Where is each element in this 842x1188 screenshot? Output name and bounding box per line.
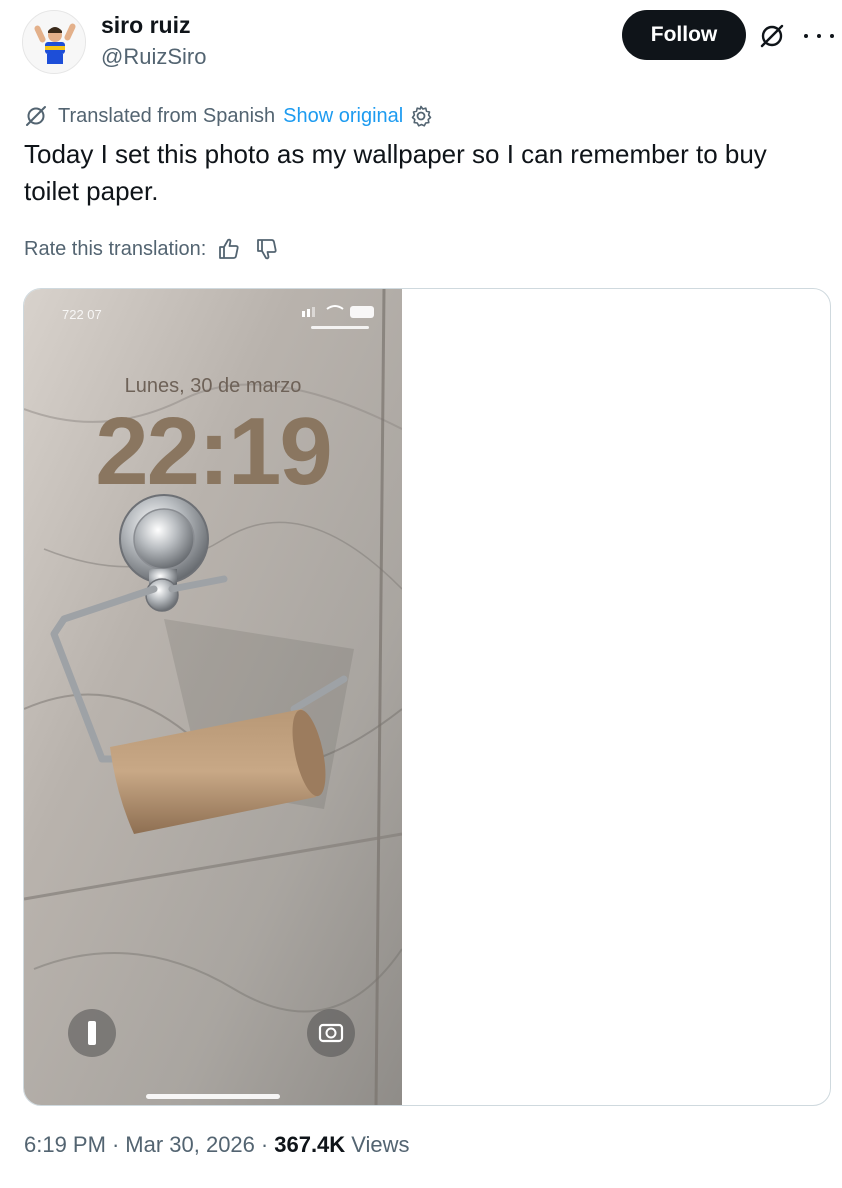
views-count: 367.4K	[274, 1132, 346, 1157]
separator-dot: ·	[260, 1132, 269, 1157]
media-card: 722 07 Lunes, 30 de marzo 22:19	[23, 288, 831, 1106]
translated-label: Translated from Spanish	[58, 104, 276, 127]
avatar-image	[23, 11, 85, 73]
author-name[interactable]: siro ruiz	[101, 12, 190, 39]
wallpaper-photo[interactable]: 722 07 Lunes, 30 de marzo 22:19	[24, 289, 402, 1105]
author-handle[interactable]: @RuizSiro	[101, 44, 206, 70]
camera-button[interactable]	[307, 1009, 355, 1057]
thumbs-down-icon[interactable]	[254, 236, 280, 262]
translate-icon	[26, 106, 46, 126]
gear-icon[interactable]	[409, 104, 433, 128]
lock-date: Lunes, 30 de marzo	[124, 375, 302, 397]
tweet-text: Today I set this photo as my wallpaper s…	[24, 139, 767, 206]
tweet-footer: 6:19 PM · Mar 30, 2026 · 367.4K Views	[24, 1132, 409, 1158]
lock-status-left: 722 07	[62, 307, 102, 322]
grok-icon[interactable]	[758, 22, 786, 50]
rate-translation-row: Rate this translation:	[24, 234, 292, 264]
post-date[interactable]: Mar 30, 2026	[125, 1132, 255, 1158]
lock-time: 22:19	[95, 398, 333, 505]
tweet-header: siro ruiz @RuizSiro Follow	[22, 8, 834, 78]
rate-translation-label: Rate this translation:	[24, 237, 207, 260]
thumbs-up-icon[interactable]	[216, 236, 242, 262]
avatar[interactable]	[22, 10, 86, 74]
post-time[interactable]: 6:19 PM	[24, 1132, 106, 1158]
show-original-link[interactable]: Show original	[283, 105, 403, 128]
views-label: Views	[351, 1132, 410, 1157]
follow-button[interactable]: Follow	[622, 10, 746, 60]
translation-row: Translated from Spanish Show original	[24, 102, 433, 130]
more-dots-icon[interactable]	[804, 22, 834, 50]
separator-dot: ·	[111, 1132, 120, 1157]
